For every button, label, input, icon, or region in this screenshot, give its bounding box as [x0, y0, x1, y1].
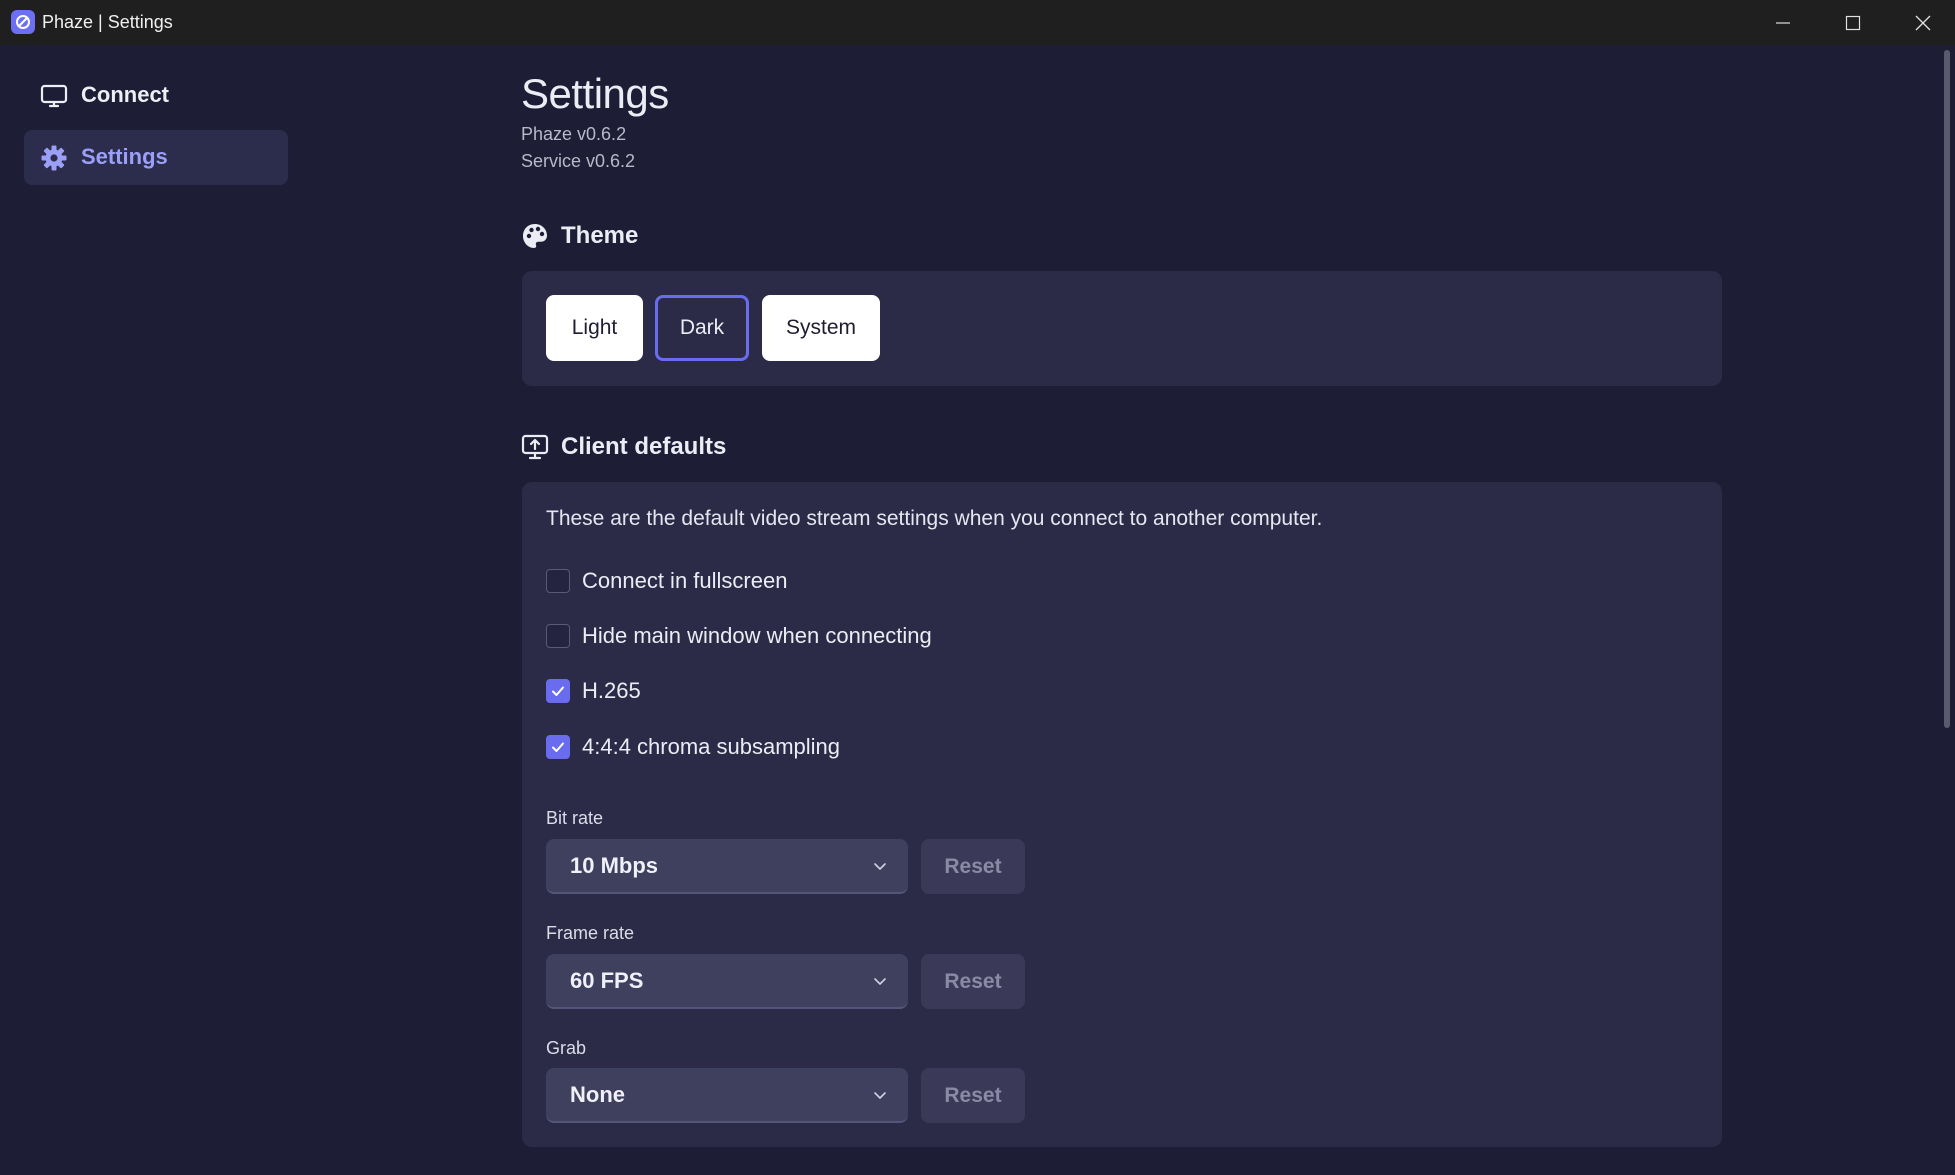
window-title: Phaze | Settings: [42, 12, 173, 32]
bit-rate-label: Bit rate: [546, 808, 604, 828]
minimize-button[interactable]: [1748, 0, 1818, 45]
grab-select[interactable]: None: [546, 1068, 908, 1123]
client-defaults-heading: Client defaults: [561, 433, 727, 460]
frame-rate-label: Frame rate: [546, 923, 635, 943]
frame-rate-reset-button[interactable]: Reset: [921, 954, 1025, 1009]
theme-heading: Theme: [561, 222, 639, 249]
checkbox-label: Hide main window when connecting: [582, 623, 932, 648]
gear-icon: [41, 145, 67, 171]
close-button[interactable]: [1888, 0, 1955, 45]
monitor-icon: [40, 84, 68, 108]
app-logo-icon: [11, 10, 35, 34]
sidebar-item-label: Settings: [81, 144, 168, 169]
chroma-checkbox-row[interactable]: 4:4:4 chroma subsampling: [546, 732, 840, 762]
checkmark-icon: [552, 686, 564, 696]
screen-share-icon: [521, 434, 549, 460]
sidebar-item-label: Connect: [81, 82, 169, 107]
title-bar: Phaze | Settings: [0, 0, 1955, 45]
theme-section-header: Theme: [521, 222, 638, 250]
service-version: Service v0.6.2: [521, 151, 636, 171]
theme-dark-button[interactable]: Dark: [655, 295, 749, 361]
chroma-checkbox[interactable]: [546, 735, 570, 759]
client-defaults-section-header: Client defaults: [521, 433, 726, 461]
checkbox-label: Connect in fullscreen: [582, 568, 788, 593]
grab-value: None: [570, 1081, 625, 1107]
close-icon: [1915, 15, 1931, 30]
client-defaults-description: These are the default video stream setti…: [546, 507, 1323, 530]
palette-icon: [523, 224, 547, 248]
h265-checkbox-row[interactable]: H.265: [546, 676, 641, 706]
checkmark-icon: [552, 742, 564, 752]
page-title: Settings: [521, 70, 669, 117]
fullscreen-checkbox-row[interactable]: Connect in fullscreen: [546, 566, 787, 596]
bit-rate-select[interactable]: 10 Mbps: [546, 839, 908, 894]
bit-rate-value: 10 Mbps: [570, 852, 659, 878]
sidebar-item-connect[interactable]: Connect: [24, 68, 288, 123]
checkbox-label: 4:4:4 chroma subsampling: [582, 734, 841, 759]
theme-light-button[interactable]: Light: [546, 295, 643, 361]
frame-rate-select[interactable]: 60 FPS: [546, 954, 908, 1009]
theme-card: Light Dark System: [522, 271, 1722, 386]
bit-rate-reset-button[interactable]: Reset: [921, 839, 1025, 894]
grab-reset-button[interactable]: Reset: [921, 1068, 1025, 1123]
theme-system-button[interactable]: System: [762, 295, 880, 361]
app-version: Phaze v0.6.2: [521, 124, 627, 144]
fullscreen-checkbox[interactable]: [546, 569, 570, 593]
h265-checkbox[interactable]: [546, 679, 570, 703]
minimize-icon: [1776, 21, 1790, 24]
maximize-icon: [1845, 15, 1861, 30]
checkbox-label: H.265: [582, 678, 641, 703]
grab-label: Grab: [546, 1038, 587, 1058]
chevron-down-icon: [874, 978, 886, 985]
scrollbar[interactable]: [1944, 50, 1950, 728]
sidebar-item-settings[interactable]: Settings: [24, 130, 288, 185]
hide-window-checkbox-row[interactable]: Hide main window when connecting: [546, 621, 932, 651]
maximize-button[interactable]: [1818, 0, 1888, 45]
hide-window-checkbox[interactable]: [546, 624, 570, 648]
chevron-down-icon: [874, 1092, 886, 1099]
frame-rate-value: 60 FPS: [570, 967, 644, 993]
chevron-down-icon: [874, 863, 886, 870]
client-defaults-card: These are the default video stream setti…: [522, 482, 1722, 1147]
